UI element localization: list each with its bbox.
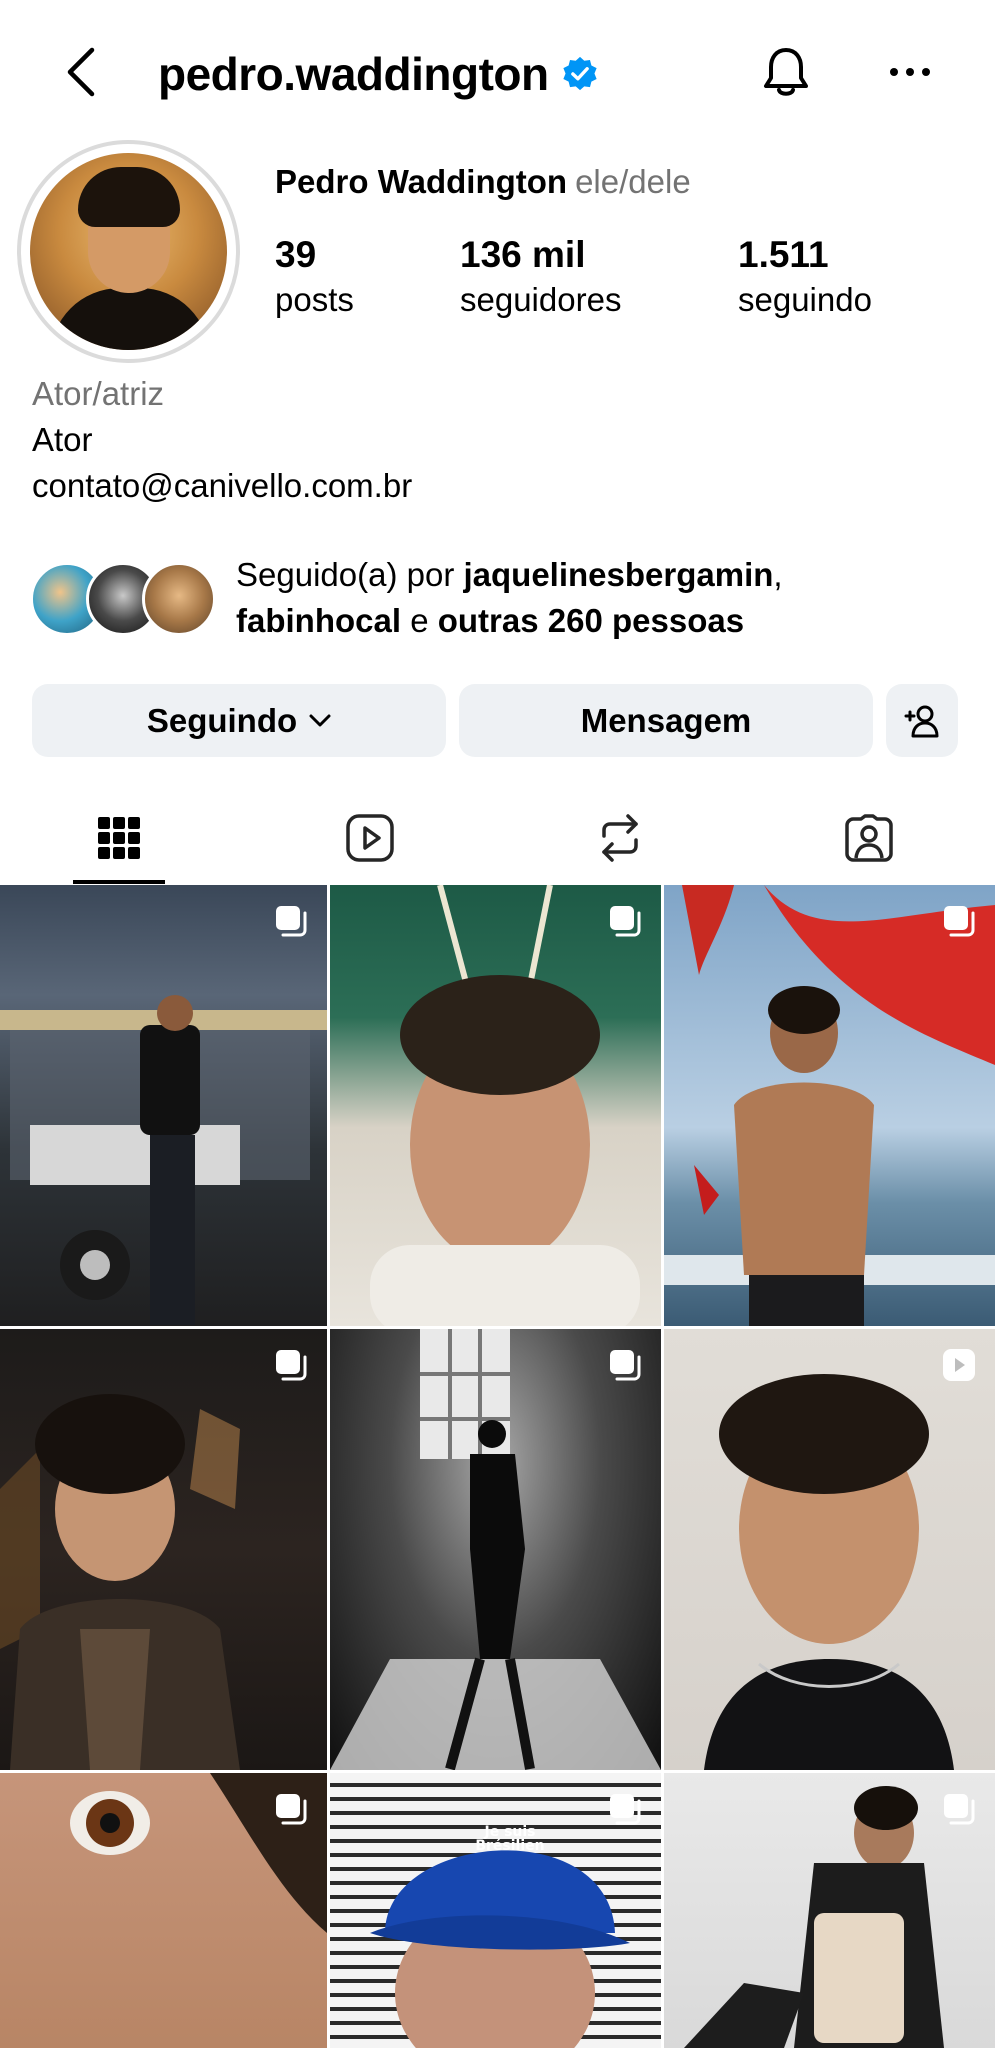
multiple-posts-icon — [610, 906, 641, 937]
stat-value: 39 — [275, 234, 317, 275]
profile-category: Ator/atriz — [32, 375, 165, 412]
followers-count[interactable]: 136 mil seguidores — [460, 232, 621, 322]
profile-header: pedro.waddington — [0, 0, 995, 145]
multiple-posts-icon — [610, 1350, 641, 1381]
post-thumbnail[interactable] — [664, 885, 995, 1326]
tab-reels[interactable] — [306, 790, 433, 885]
golf-cart-scene-icon — [0, 995, 327, 1325]
multiple-posts-icon — [944, 906, 975, 937]
avatar-image — [30, 153, 227, 350]
tab-tagged[interactable] — [805, 790, 932, 885]
other-followers-link[interactable]: outras 260 pessoas — [438, 602, 744, 639]
multiple-posts-icon — [276, 1794, 307, 1825]
post-thumbnail[interactable] — [0, 1329, 327, 1770]
silhouette-window-icon — [330, 1329, 661, 1770]
posts-grid: Je suis Brésilien — [0, 885, 995, 2048]
bell-icon — [764, 48, 808, 96]
separator: , — [773, 556, 783, 593]
profile-bio: Ator — [32, 421, 93, 458]
add-person-icon — [904, 705, 939, 737]
following-count[interactable]: 1.511 seguindo — [738, 232, 872, 322]
stat-label: seguindo — [738, 281, 872, 318]
more-horizontal-icon — [890, 68, 930, 76]
leather-jacket-portrait-icon — [0, 1394, 240, 1770]
stat-label: seguidores — [460, 281, 622, 318]
post-thumbnail[interactable] — [664, 1773, 995, 2048]
beach-portrait-icon — [664, 885, 995, 1326]
back-button[interactable] — [56, 42, 106, 102]
tagged-person-icon — [844, 813, 893, 862]
reel-icon — [943, 1349, 975, 1381]
post-thumbnail[interactable] — [664, 1329, 995, 1770]
close-up-portrait-icon — [704, 1374, 954, 1770]
post-thumbnail[interactable] — [330, 1329, 661, 1770]
suggest-people-button[interactable] — [886, 684, 958, 757]
multiple-posts-icon — [276, 906, 307, 937]
conjunction: e — [401, 602, 438, 639]
active-tab-indicator — [73, 880, 165, 884]
multiple-posts-icon — [610, 1794, 641, 1825]
notifications-button[interactable] — [756, 42, 816, 102]
display-name-text: Pedro Waddington — [275, 163, 568, 200]
multiple-posts-icon — [944, 1794, 975, 1825]
followed-by-text[interactable]: Seguido(a) por jaquelinesbergamin, fabin… — [236, 552, 956, 644]
message-button[interactable]: Mensagem — [459, 684, 873, 757]
cap-text: Je suis Brésilien — [475, 1824, 545, 1854]
post-thumbnail[interactable] — [0, 1773, 327, 2048]
tab-reposts[interactable] — [556, 790, 683, 885]
pronouns: ele/dele — [575, 163, 691, 200]
stat-value: 136 mil — [460, 234, 586, 275]
tab-posts-grid[interactable] — [55, 790, 182, 885]
grid-icon — [97, 816, 140, 859]
repost-icon — [601, 813, 638, 862]
followed-by-prefix: Seguido(a) por — [236, 556, 464, 593]
posts-count[interactable]: 39 posts — [275, 232, 354, 322]
chevron-left-icon — [67, 47, 95, 97]
avatar — [142, 562, 216, 636]
profile-username-title: pedro.waddington — [158, 44, 599, 104]
mutual-follower-link[interactable]: fabinhocal — [236, 602, 401, 639]
stat-label: posts — [275, 281, 354, 318]
chevron-down-icon — [309, 714, 331, 726]
post-thumbnail[interactable] — [330, 885, 661, 1326]
message-button-label: Mensagem — [580, 701, 752, 739]
verified-badge-icon — [563, 56, 597, 91]
following-button[interactable]: Seguindo — [32, 684, 446, 757]
following-button-label: Seguindo — [146, 701, 298, 739]
mutual-follower-link[interactable]: jaquelinesbergamin — [463, 556, 773, 593]
mutual-followers-avatars[interactable] — [30, 562, 220, 636]
profile-avatar[interactable] — [17, 140, 240, 363]
reels-icon — [345, 813, 394, 862]
contact-email-link[interactable]: contato@canivello.com.br — [32, 464, 412, 508]
multiple-posts-icon — [276, 1350, 307, 1381]
post-thumbnail[interactable] — [0, 885, 327, 1326]
selfie-portrait-icon — [370, 885, 640, 1326]
more-options-button[interactable] — [880, 42, 940, 102]
username-text: pedro.waddington — [158, 48, 549, 100]
display-name: Pedro Waddington ele/dele — [275, 160, 691, 204]
post-thumbnail[interactable]: Je suis Brésilien — [330, 1773, 661, 2048]
stat-value: 1.511 — [738, 234, 829, 275]
profile-tabs — [0, 790, 995, 885]
